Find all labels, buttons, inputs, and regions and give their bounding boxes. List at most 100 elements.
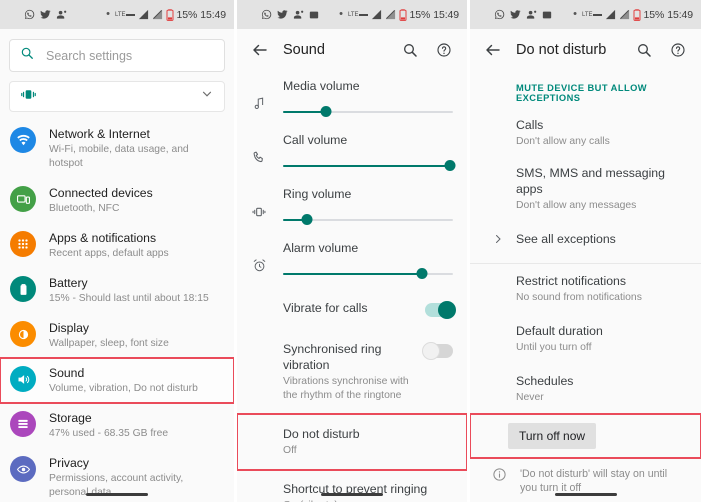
lte-label: LTE [581,11,593,18]
person-add-icon [293,9,304,20]
dnd-row-sms-mms[interactable]: SMS, MMS and messaging apps Don't allow … [470,157,701,221]
settings-row-subtitle: Wallpaper, sleep, font size [49,338,169,349]
help-icon[interactable] [433,39,455,61]
slider-track-call[interactable] [283,159,456,173]
alarm-clock-icon [249,241,269,273]
suggestion-card[interactable] [9,81,225,112]
clock-label: 15:49 [667,8,693,21]
synchronised-ring-vibration-toggle[interactable] [422,342,453,360]
vibrate-icon [249,187,269,220]
music-note-icon [249,79,269,111]
twitter-icon [277,9,288,20]
search-settings-bar[interactable]: Search settings [9,39,225,72]
slider-thumb[interactable] [444,160,456,171]
home-indicator [0,493,234,496]
app-bar-dnd: Do not disturb [470,29,701,71]
row-title: Calls [516,118,544,132]
page-title: Sound [283,42,325,58]
clock-label: 15:49 [433,8,459,21]
settings-row-title: Privacy [49,456,89,470]
battery-percent-label: 15% [643,8,665,21]
settings-row-sound[interactable]: Sound Volume, vibration, Do not disturb [0,357,234,404]
battery-icon [399,8,407,21]
whatsapp-icon [261,9,272,20]
row-subtitle: Off [283,445,297,456]
settings-list: Network & Internet Wi-Fi, mobile, data u… [0,119,234,502]
row-subtitle: Vibrations synchronise with the rhythm o… [283,376,409,401]
dnd-row-see-all-exceptions[interactable]: See all exceptions [470,221,701,257]
screenshot-icon [309,10,319,20]
dnd-row-restrict-notifications[interactable]: Restrict notifications No sound from not… [470,264,701,314]
volume-slider-alarm[interactable]: Alarm volume [237,233,467,287]
volume-slider-media[interactable]: Media volume [237,71,467,125]
slider-track-alarm[interactable] [283,267,453,281]
dnd-row-default-duration[interactable]: Default duration Until you turn off [470,314,701,364]
slider-thumb[interactable] [320,106,331,117]
settings-row-battery[interactable]: Battery 15% - Should last until about 18… [0,268,234,313]
lte-label: LTE [347,11,359,18]
sound-row-do-not-disturb[interactable]: Do not disturb Off [237,413,467,471]
battery-icon [10,276,36,302]
chevron-right-icon [492,233,504,248]
settings-row-network[interactable]: Network & Internet Wi-Fi, mobile, data u… [0,119,234,178]
volume-slider-call[interactable]: Call volume [237,125,467,179]
status-bar-sound: • LTE 15% 15:49 [237,0,467,29]
lte-icon: LTE [348,12,368,18]
person-add-icon [526,9,537,20]
row-title: Restrict notifications [516,274,627,288]
settings-row-title: Battery [49,276,88,290]
info-icon [492,467,507,487]
settings-row-connected-devices[interactable]: Connected devices Bluetooth, NFC [0,178,234,223]
settings-row-subtitle: Volume, vibration, Do not disturb [49,383,198,394]
vibrate-for-calls-toggle[interactable] [425,301,456,319]
row-title: Synchronised ring vibration [283,342,382,372]
slider-track-media[interactable] [283,105,453,119]
dnd-row-calls[interactable]: Calls Don't allow any calls [470,109,701,157]
sound-row-shortcut-to-prevent-ringing[interactable]: Shortcut to prevent ringing On (vibrate) [237,470,467,502]
search-icon [20,46,34,65]
settings-row-apps[interactable]: Apps & notifications Recent apps, defaul… [0,223,234,268]
screenshot-icon [542,10,552,20]
status-bar-notification-icons [6,9,67,20]
chevron-down-icon[interactable] [200,87,214,106]
settings-row-display[interactable]: Display Wallpaper, sleep, font size [0,313,234,358]
settings-row-storage[interactable]: Storage 47% used - 68.35 GB free [0,403,234,448]
row-title: Schedules [516,374,574,388]
back-arrow-icon[interactable] [482,39,504,61]
battery-percent-label: 15% [409,8,431,21]
slider-label: Ring volume [283,187,352,201]
status-bar-dnd: • LTE 15% 15:49 [470,0,701,29]
dnd-row-schedules[interactable]: Schedules Never [470,364,701,414]
three-phone-screenshots: • LTE 15% 15:49 Search settings Network … [0,0,701,502]
row-subtitle: Don't allow any messages [516,200,637,211]
status-bar-system-icons: • LTE 15% 15:49 [106,9,226,21]
turn-off-now-row[interactable]: Turn off now [470,413,701,459]
settings-row-title: Sound [49,366,85,380]
slider-track-ring[interactable] [283,213,453,227]
search-icon[interactable] [633,39,655,61]
row-title: SMS, MMS and messaging apps [516,166,665,196]
signal-muted-icon [385,9,396,20]
sound-row-synchronised-ring-vibration[interactable]: Synchronised ring vibration Vibrations s… [237,330,467,414]
row-subtitle: No sound from notifications [516,292,642,303]
row-subtitle: Don't allow any calls [516,136,610,147]
slider-label: Media volume [283,79,360,93]
slider-thumb[interactable] [416,268,428,279]
search-icon[interactable] [399,39,421,61]
phone-icon [249,133,269,165]
apps-icon [10,231,36,257]
lte-icon: LTE [582,12,602,18]
help-icon[interactable] [667,39,689,61]
volume-slider-ring[interactable]: Ring volume [237,179,467,233]
slider-thumb[interactable] [301,214,313,225]
battery-icon [633,8,641,21]
volume-icon [10,366,36,392]
back-arrow-icon[interactable] [249,39,271,61]
phone-screen-do-not-disturb: • LTE 15% 15:49 Do not disturb MUTE DEVI… [470,0,701,502]
settings-row-subtitle: Bluetooth, NFC [49,203,120,214]
turn-off-now-button[interactable]: Turn off now [508,423,597,449]
battery-icon [166,8,174,21]
row-subtitle: Never [516,392,544,403]
settings-row-subtitle: 15% - Should last until about 18:15 [49,293,209,304]
sound-row-vibrate-for-calls[interactable]: Vibrate for calls [237,287,467,330]
